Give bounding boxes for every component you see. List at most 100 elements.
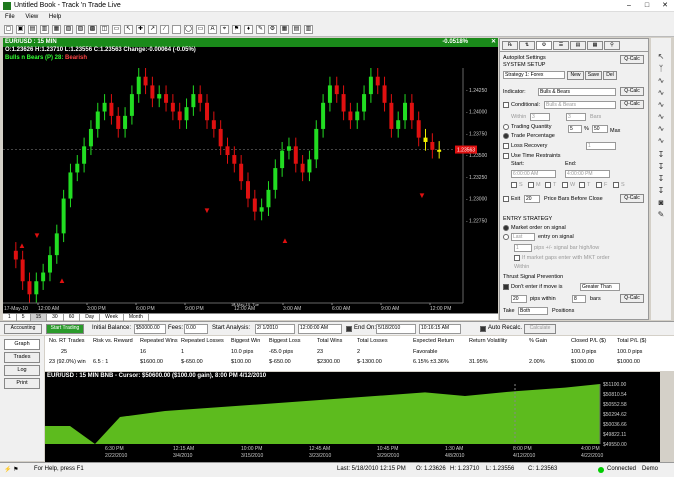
tool-cycle-icon[interactable]: ∿: [656, 124, 666, 134]
minimize-button[interactable]: –: [620, 1, 638, 11]
toolbar-button-8[interactable]: ◫: [100, 25, 109, 34]
toolbar-button-18[interactable]: ⌖: [220, 25, 229, 34]
end-on-checkbox[interactable]: [346, 326, 352, 332]
day-checkbox[interactable]: [528, 182, 534, 188]
qcalc-button-1[interactable]: Q-Calc: [620, 55, 644, 64]
bars-move-input[interactable]: 8: [572, 295, 586, 303]
start-time-field[interactable]: 12:00:00 AM: [298, 324, 342, 334]
greater-than-select[interactable]: Greater Than: [580, 283, 620, 291]
save-button[interactable]: Save: [585, 71, 602, 80]
indicator-select[interactable]: Bulls & Bears: [538, 88, 616, 96]
tool-camera-icon[interactable]: ◙: [656, 198, 666, 208]
day-checkbox[interactable]: [545, 182, 551, 188]
last-entry-radio[interactable]: [503, 234, 509, 240]
tool-pointer-icon[interactable]: ↖: [656, 52, 666, 62]
tab-30[interactable]: 30: [47, 314, 64, 321]
loss-recovery-checkbox[interactable]: [503, 143, 509, 149]
toolbar-button-7[interactable]: ▩: [88, 25, 97, 34]
close-button[interactable]: ✕: [656, 1, 674, 11]
day-checkbox[interactable]: [579, 182, 585, 188]
auto-recalc-checkbox[interactable]: [480, 326, 486, 332]
toolbar-button-14[interactable]: ⌒: [172, 25, 181, 34]
toolbar-button-23[interactable]: ▦: [280, 25, 289, 34]
toolbar-button-10[interactable]: ↖: [124, 25, 133, 34]
close-chart-icon[interactable]: ✕: [491, 38, 496, 47]
toolbar-button-5[interactable]: ▧: [64, 25, 73, 34]
initial-balance-input[interactable]: $50000.00: [134, 324, 166, 334]
toolbar-button-1[interactable]: ▣: [16, 25, 25, 34]
qcalc-button-5[interactable]: Q-Calc: [620, 294, 644, 303]
toolbar-button-12[interactable]: ↗: [148, 25, 157, 34]
tool-pivot-icon[interactable]: ᛉ: [656, 64, 666, 74]
qcalc-button-3[interactable]: Q-Calc: [620, 100, 644, 109]
menu-help[interactable]: Help: [44, 12, 65, 20]
menu-view[interactable]: View: [20, 12, 42, 20]
bars-input[interactable]: 3: [566, 113, 586, 121]
tool-a-icon[interactable]: ↧: [656, 162, 666, 172]
tab-1[interactable]: 1: [3, 314, 17, 321]
toolbar-button-2[interactable]: ▤: [28, 25, 37, 34]
tool-trend-icon[interactable]: ∿: [656, 100, 666, 110]
exit-input[interactable]: 20: [524, 195, 540, 203]
toolbar-button-16[interactable]: ▭: [196, 25, 205, 34]
market-gaps-checkbox[interactable]: [514, 255, 520, 261]
day-checkbox[interactable]: [596, 182, 602, 188]
tool-wave-icon[interactable]: ∿: [656, 76, 666, 86]
market-order-radio[interactable]: [503, 225, 509, 231]
accounting-button[interactable]: Accounting: [4, 324, 42, 334]
tab-5[interactable]: 5: [17, 314, 31, 321]
end-time-field[interactable]: 10:16:15 AM: [419, 324, 461, 334]
start-trading-button[interactable]: Start Trading: [46, 324, 84, 334]
take-select[interactable]: Both: [518, 307, 548, 315]
start-time-input[interactable]: 6:00:00 AM: [511, 170, 556, 178]
panel-tab-list[interactable]: ☰: [553, 41, 569, 50]
nav-trades[interactable]: Trades: [4, 352, 40, 363]
strategy-select[interactable]: Strategy 1: Forex: [503, 71, 565, 79]
toolbar-button-9[interactable]: ▭: [112, 25, 121, 34]
toolbar-button-24[interactable]: ▤: [292, 25, 301, 34]
new-button[interactable]: New: [567, 71, 584, 80]
tool-channel-icon[interactable]: ∿: [656, 136, 666, 146]
maximize-button[interactable]: □: [638, 1, 656, 11]
toolbar-button-21[interactable]: ✎: [256, 25, 265, 34]
day-checkbox[interactable]: [511, 182, 517, 188]
panel-tab-chart[interactable]: ⇅: [519, 41, 535, 50]
toolbar-button-17[interactable]: A: [208, 25, 217, 34]
toolbar-button-4[interactable]: ▦: [52, 25, 61, 34]
menu-file[interactable]: File: [0, 12, 19, 20]
pips-input[interactable]: 1: [514, 244, 532, 252]
panel-tab-settings[interactable]: ℞: [502, 41, 518, 50]
end-time-input[interactable]: 4:00:00 PM: [565, 170, 610, 178]
last-select[interactable]: Last: [511, 233, 535, 241]
nav-log[interactable]: Log: [4, 365, 40, 376]
toolbar-button-22[interactable]: ⚙: [268, 25, 277, 34]
toolbar-button-20[interactable]: ♦: [244, 25, 253, 34]
tool-note-icon[interactable]: ✎: [656, 210, 666, 220]
end-date-input[interactable]: 5/18/2010: [376, 324, 416, 334]
max-input[interactable]: 50: [592, 125, 608, 133]
panel-tab-info[interactable]: ⚲: [604, 41, 620, 50]
fees-input[interactable]: 0.00: [184, 324, 208, 334]
trade-pct-radio[interactable]: [503, 133, 509, 139]
conditional-select[interactable]: Bulls & Bears: [544, 101, 616, 109]
price-chart[interactable]: - 1.24250 - 1.24000 - 1.23750 - 1.23500 - 1.…: [3, 38, 498, 313]
toolbar-button-19[interactable]: ⚑: [232, 25, 241, 34]
conditional-checkbox[interactable]: [503, 102, 509, 108]
day-checkbox[interactable]: [613, 182, 619, 188]
tool-abc-icon[interactable]: ∿: [656, 88, 666, 98]
pips-move-input[interactable]: 20: [511, 295, 527, 303]
tool-b-icon[interactable]: ↧: [656, 174, 666, 184]
toolbar-button-15[interactable]: ◯: [184, 25, 193, 34]
panel-tab-autopilot[interactable]: ⚙: [536, 41, 552, 50]
qcalc-button-4[interactable]: Q-Calc: [620, 194, 644, 203]
toolbar-button-13[interactable]: ∕: [160, 25, 169, 34]
within-input[interactable]: 3: [530, 113, 550, 121]
tab-60[interactable]: 60: [64, 314, 81, 321]
del-button[interactable]: Del: [603, 71, 617, 80]
tab-15[interactable]: 15: [30, 314, 48, 321]
tool-c-icon[interactable]: ↧: [656, 186, 666, 196]
nav-graph[interactable]: Graph: [4, 339, 40, 350]
equity-chart[interactable]: $51100.00 $50810.54 $50552.58 $50294.62 $500…: [45, 372, 660, 462]
tab-week[interactable]: Week: [100, 314, 124, 321]
panel-tab-table[interactable]: ▦: [587, 41, 603, 50]
